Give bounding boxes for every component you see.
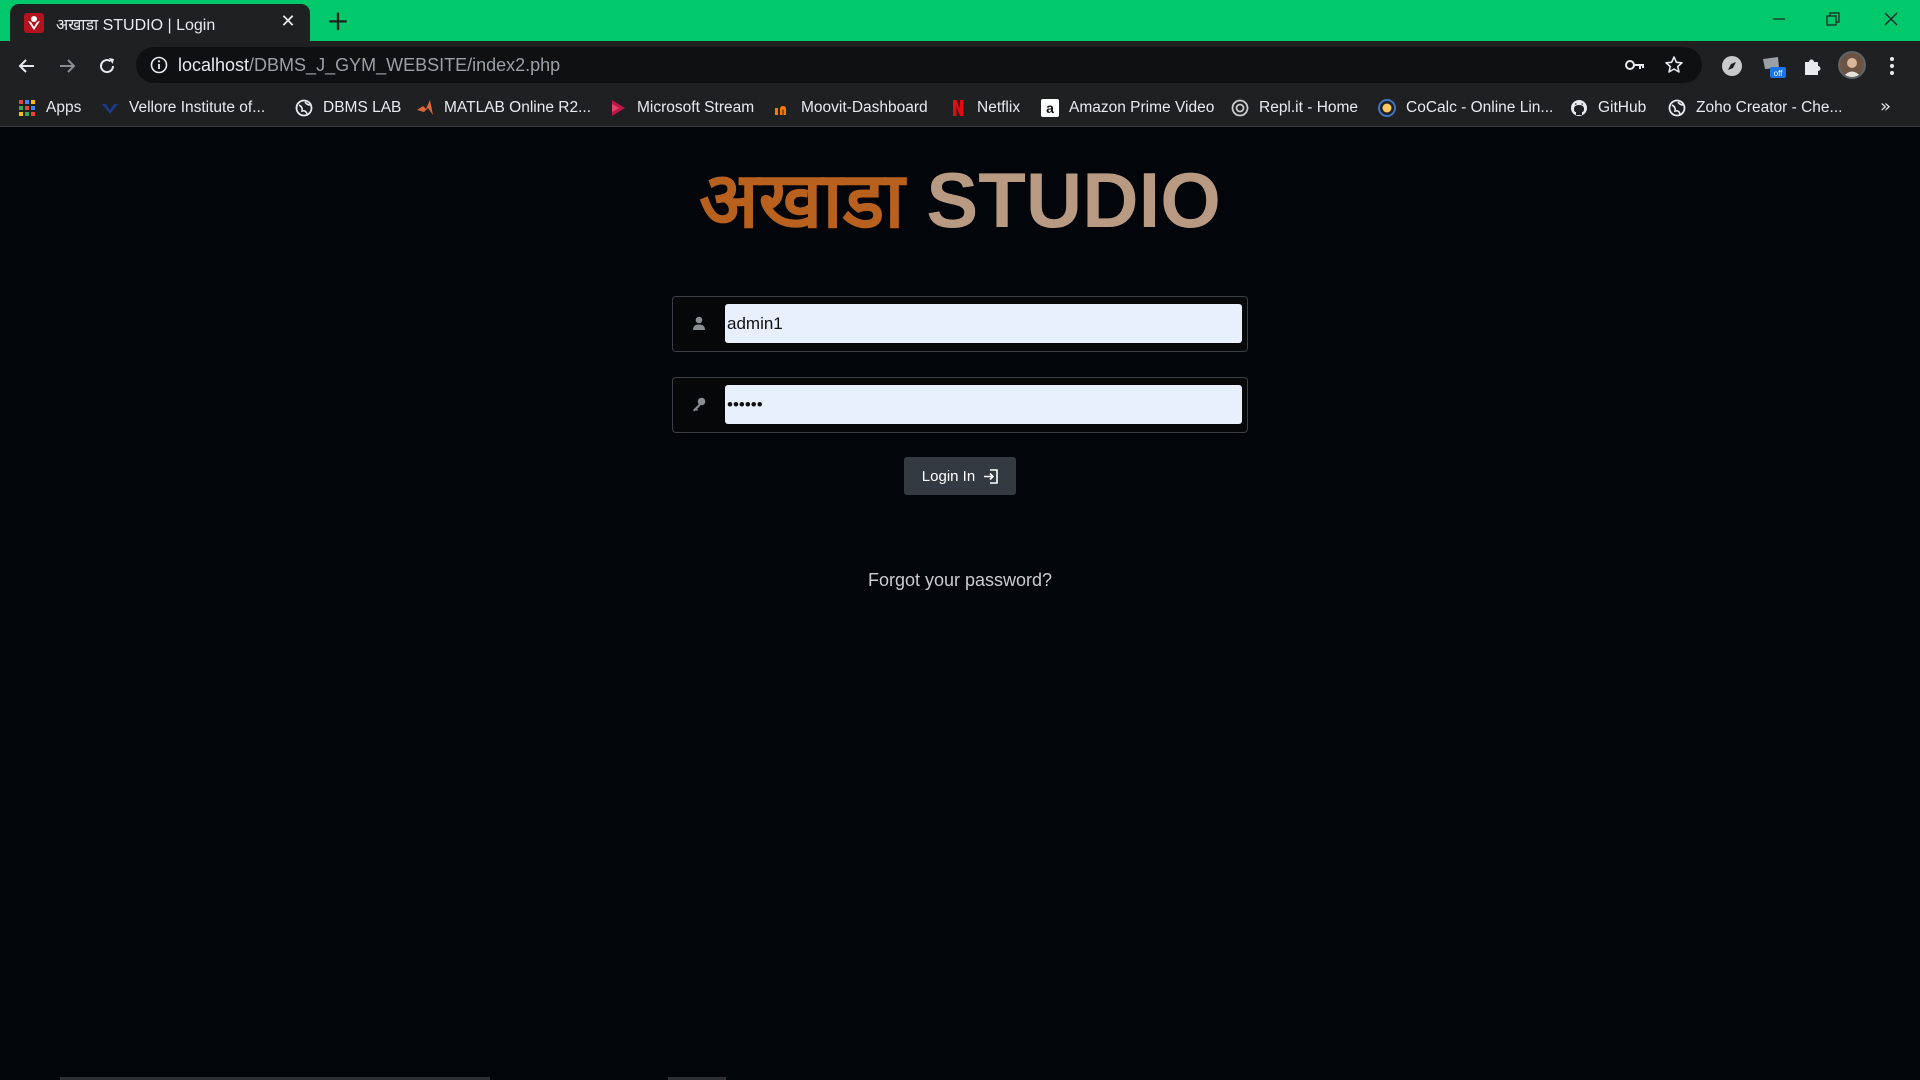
bookmark-zoho[interactable]: Zoho Creator - Che... bbox=[1668, 96, 1842, 120]
username-input-group bbox=[672, 296, 1248, 352]
extension-toggle-icon[interactable]: off bbox=[1760, 53, 1786, 79]
arrow-left-icon bbox=[18, 59, 34, 73]
svg-text:a: a bbox=[1046, 100, 1054, 116]
brand-english: STUDIO bbox=[926, 156, 1221, 244]
bookmark-label: DBMS LAB bbox=[323, 99, 402, 116]
close-tab-icon[interactable]: ✕ bbox=[278, 12, 298, 32]
arrow-right-icon bbox=[60, 59, 76, 73]
url-text[interactable]: localhost/DBMS_J_GYM_WEBSITE/index2.php bbox=[178, 55, 560, 76]
minimize-window-button[interactable] bbox=[1756, 4, 1802, 34]
tab-strip: अखाडा STUDIO | Login ✕ + bbox=[0, 0, 1920, 41]
bookmark-dbms-lab[interactable]: DBMS LAB bbox=[295, 96, 401, 120]
username-addon bbox=[673, 297, 725, 351]
bookmark-netflix[interactable]: Netflix bbox=[949, 96, 1020, 120]
amazon-icon: a bbox=[1041, 99, 1059, 117]
reload-button[interactable] bbox=[91, 50, 123, 82]
bookmark-label: Amazon Prime Video bbox=[1069, 99, 1215, 116]
browser-tab[interactable]: अखाडा STUDIO | Login ✕ bbox=[10, 4, 310, 41]
bookmark-label: Zoho Creator - Che... bbox=[1696, 99, 1843, 116]
info-icon[interactable] bbox=[150, 56, 168, 74]
bookmark-github[interactable]: GitHub bbox=[1570, 96, 1646, 120]
menu-kebab-icon[interactable] bbox=[1882, 55, 1902, 77]
password-addon bbox=[673, 378, 725, 432]
bookmark-moovit[interactable]: Moovit-Dashboard bbox=[773, 96, 928, 120]
star-icon[interactable] bbox=[1664, 55, 1684, 75]
bookmark-label: Netflix bbox=[977, 99, 1021, 116]
bookmark-label: Moovit-Dashboard bbox=[801, 99, 928, 116]
reload-icon bbox=[100, 58, 115, 74]
bookmark-label: Repl.it - Home bbox=[1259, 99, 1359, 116]
stream-icon bbox=[612, 100, 625, 116]
tab-title: अखाडा STUDIO | Login bbox=[56, 17, 216, 34]
bookmark-replit[interactable]: Repl.it - Home bbox=[1231, 96, 1358, 120]
minimize-icon bbox=[1773, 18, 1785, 20]
password-field[interactable] bbox=[725, 385, 1242, 424]
vit-icon bbox=[102, 104, 118, 114]
key-icon bbox=[693, 397, 706, 412]
bookmark-microsoft-stream[interactable]: Microsoft Stream bbox=[609, 96, 754, 120]
bookmark-vellore[interactable]: Vellore Institute of... bbox=[101, 96, 265, 120]
cocalc-icon bbox=[1378, 99, 1396, 117]
site-logo-title: अखाडा STUDIO bbox=[0, 150, 1920, 250]
bookmark-label: MATLAB Online R2... bbox=[444, 99, 592, 116]
bookmark-label: CoCalc - Online Lin... bbox=[1406, 99, 1554, 116]
login-button-label: Login In bbox=[921, 467, 976, 485]
matlab-icon bbox=[417, 100, 433, 115]
forgot-password-link[interactable]: Forgot your password? bbox=[0, 570, 1920, 591]
profile-avatar[interactable] bbox=[1838, 51, 1866, 79]
globe-icon bbox=[1668, 99, 1686, 117]
bookmark-label: Microsoft Stream bbox=[637, 99, 755, 116]
browser-toolbar: localhost/DBMS_J_GYM_WEBSITE/index2.php … bbox=[0, 41, 1920, 89]
extension-compass-icon[interactable] bbox=[1719, 53, 1745, 79]
close-window-button[interactable] bbox=[1868, 4, 1914, 34]
extensions-puzzle-icon[interactable] bbox=[1800, 53, 1826, 79]
close-icon bbox=[1884, 12, 1898, 26]
apps-grid-icon bbox=[19, 100, 35, 116]
bookmark-matlab[interactable]: MATLAB Online R2... bbox=[416, 96, 591, 120]
bookmark-label: Apps bbox=[46, 99, 82, 116]
extension-badge: off bbox=[1774, 69, 1784, 78]
address-bar[interactable]: localhost/DBMS_J_GYM_WEBSITE/index2.php bbox=[136, 47, 1702, 83]
bookmark-cocalc[interactable]: CoCalc - Online Lin... bbox=[1378, 96, 1553, 120]
login-button[interactable]: Login In bbox=[904, 457, 1016, 495]
netflix-icon bbox=[953, 100, 964, 116]
restore-icon bbox=[1826, 12, 1840, 26]
profile-photo-icon bbox=[1840, 53, 1864, 77]
login-enter-icon bbox=[984, 468, 998, 484]
key-icon[interactable] bbox=[1624, 55, 1646, 75]
bookmarks-overflow-button[interactable]: » bbox=[1880, 96, 1891, 117]
forward-button[interactable] bbox=[51, 50, 83, 82]
back-button[interactable] bbox=[11, 50, 43, 82]
bookmarks-bar: Apps Vellore Institute of... DBMS LAB MA… bbox=[0, 89, 1920, 127]
password-input-group bbox=[672, 377, 1248, 433]
url-host: localhost bbox=[178, 55, 250, 75]
bookmark-label: GitHub bbox=[1598, 99, 1647, 116]
bookmark-amazon-prime[interactable]: a Amazon Prime Video bbox=[1041, 96, 1214, 120]
url-path: /DBMS_J_GYM_WEBSITE/index2.php bbox=[249, 55, 561, 75]
moovit-icon bbox=[775, 106, 786, 115]
gym-favicon-icon bbox=[24, 13, 44, 33]
replit-icon bbox=[1231, 99, 1249, 117]
new-tab-button[interactable]: + bbox=[324, 7, 352, 36]
github-icon bbox=[1571, 100, 1587, 116]
globe-icon bbox=[295, 99, 313, 117]
username-field[interactable] bbox=[725, 304, 1242, 343]
bookmark-apps[interactable]: Apps bbox=[18, 96, 81, 120]
bookmark-label: Vellore Institute of... bbox=[129, 99, 266, 116]
brand-hindi: अखाडा bbox=[699, 156, 905, 244]
login-page: अखाडा STUDIO Login In Forgot your passwo… bbox=[0, 128, 1920, 1080]
restore-window-button[interactable] bbox=[1810, 4, 1856, 34]
user-icon bbox=[693, 316, 705, 330]
